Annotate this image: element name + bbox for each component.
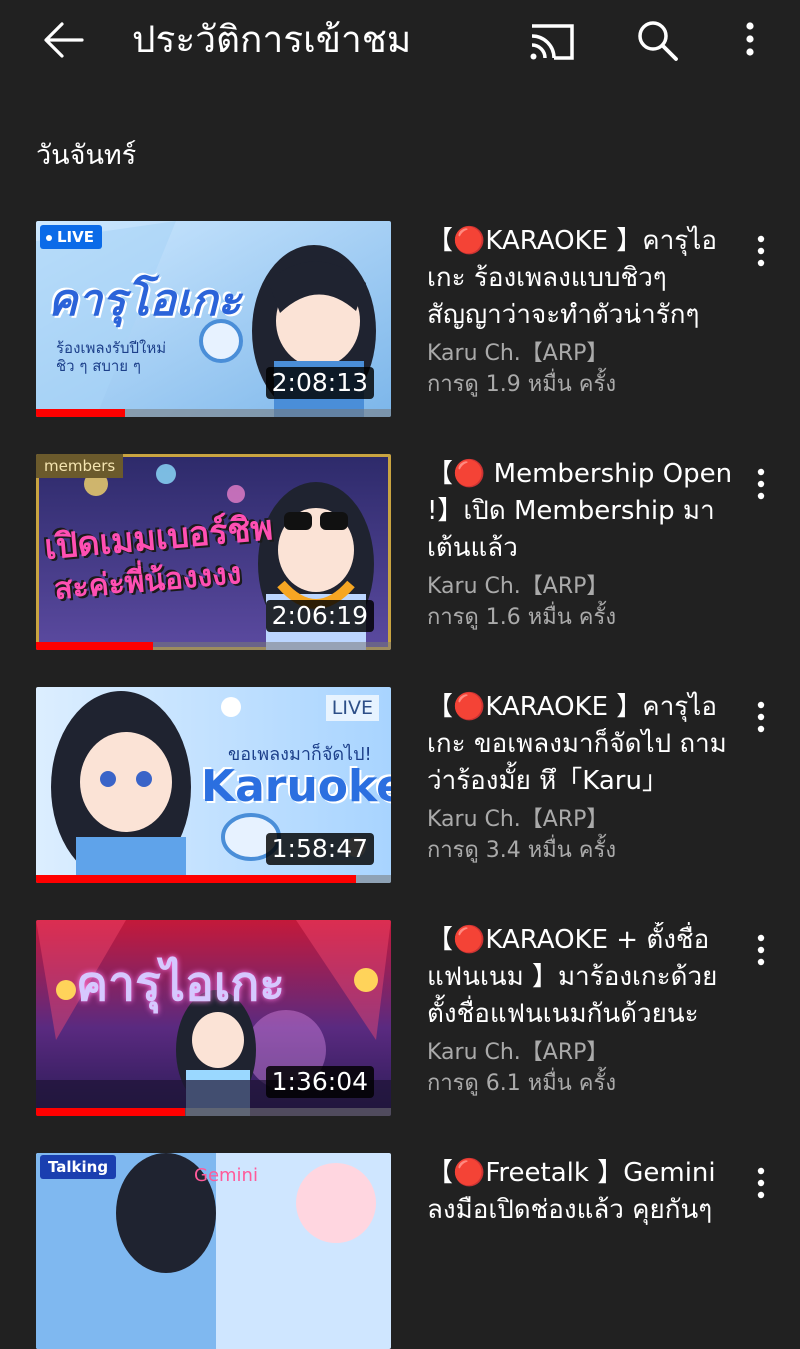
channel-name: Karu Ch.【ARP】: [427, 574, 609, 599]
video-title[interactable]: 【🔴 Membership Open !】เปิด Membership มาเ…: [427, 456, 747, 567]
more-vert-icon[interactable]: [748, 930, 774, 970]
watch-progress-bar: [36, 409, 391, 417]
more-vert-icon[interactable]: [748, 697, 774, 737]
live-badge: LIVE: [40, 225, 102, 249]
video-title[interactable]: 【🔴KARAOKE 】คารุไอเกะ ร้องเพลงแบบชิวๆ สัญ…: [427, 223, 747, 334]
video-list-item[interactable]: members เปิดเมมเบอร์ชิพ สะค่ะพี่น้องงงง …: [0, 454, 800, 650]
view-count: การดู 1.6 หมื่น ครั้ง: [427, 605, 617, 630]
video-thumbnail[interactable]: members เปิดเมมเบอร์ชิพ สะค่ะพี่น้องงงง …: [36, 454, 391, 650]
watch-progress-bar: [36, 1108, 391, 1116]
more-vert-icon[interactable]: [748, 231, 774, 271]
view-count: การดู 6.1 หมื่น ครั้ง: [427, 1071, 617, 1096]
page-title: ประวัติการเข้าชม: [132, 18, 412, 61]
video-thumbnail[interactable]: คารุไอเกะ 1:36:04: [36, 920, 391, 1116]
video-list-item[interactable]: Talking Gemini 【🔴Freetalk 】Gemini ลงมือเ…: [0, 1153, 800, 1349]
channel-name: Karu Ch.【ARP】: [427, 807, 609, 832]
video-thumbnail[interactable]: LIVE ขอเพลงมาก็จัดไป! Karuoke 1:58:47: [36, 687, 391, 883]
arrow-back-icon[interactable]: [38, 14, 90, 66]
cast-icon[interactable]: [524, 14, 580, 66]
video-list-item[interactable]: คารุไอเกะ 1:36:04 【🔴KARAOKE + ตั้งชื่อแฟ…: [0, 920, 800, 1116]
live-label: LIVE: [325, 695, 379, 721]
video-title[interactable]: 【🔴Freetalk 】Gemini ลงมือเปิดช่องแล้ว คุย…: [427, 1155, 747, 1266]
watch-progress-bar: [36, 875, 391, 883]
view-count: การดู 3.4 หมื่น ครั้ง: [427, 838, 617, 863]
thumbnail-text: Gemini: [194, 1165, 258, 1186]
video-list-item[interactable]: LIVE ขอเพลงมาก็จัดไป! Karuoke 1:58:47 【🔴…: [0, 687, 800, 883]
duration-badge: 2:08:13: [265, 367, 374, 399]
top-app-bar: ประวัติการเข้าชม: [0, 0, 800, 80]
watch-progress-bar: [36, 642, 391, 650]
thumbnail-text: คารุไอเกะ: [76, 956, 286, 1012]
video-thumbnail[interactable]: Talking Gemini: [36, 1153, 391, 1349]
thumbnail-text: Karuoke: [201, 761, 391, 812]
video-title[interactable]: 【🔴KARAOKE + ตั้งชื่อแฟนเนม 】มาร้องเกะด้ว…: [427, 922, 747, 1033]
search-icon[interactable]: [632, 12, 684, 68]
video-thumbnail[interactable]: LIVE คารุโอเกะ ร้องเพลงรับปีใหม่ ชิว ๆ ส…: [36, 221, 391, 417]
video-title[interactable]: 【🔴KARAOKE 】คารุไอเกะ ขอเพลงมาก็จัดไป ถาม…: [427, 689, 747, 800]
video-list-item[interactable]: LIVE คารุโอเกะ ร้องเพลงรับปีใหม่ ชิว ๆ ส…: [0, 221, 800, 417]
more-vert-icon[interactable]: [734, 14, 766, 66]
talking-badge: Talking: [40, 1155, 117, 1179]
members-badge: members: [36, 454, 124, 478]
more-vert-icon[interactable]: [748, 1163, 774, 1203]
channel-name: Karu Ch.【ARP】: [427, 1040, 609, 1065]
duration-badge: 2:06:19: [265, 600, 374, 632]
duration-badge: 1:58:47: [265, 833, 374, 865]
view-count: การดู 1.9 หมื่น ครั้ง: [427, 372, 617, 397]
duration-badge: 1:36:04: [265, 1066, 374, 1098]
more-vert-icon[interactable]: [748, 464, 774, 504]
thumbnail-subtext: ร้องเพลงรับปีใหม่ ชิว ๆ สบาย ๆ: [56, 339, 167, 375]
section-header-day: วันจันทร์: [36, 140, 137, 171]
channel-name: Karu Ch.【ARP】: [427, 341, 609, 366]
thumbnail-text: คารุโอเกะ: [48, 275, 242, 326]
